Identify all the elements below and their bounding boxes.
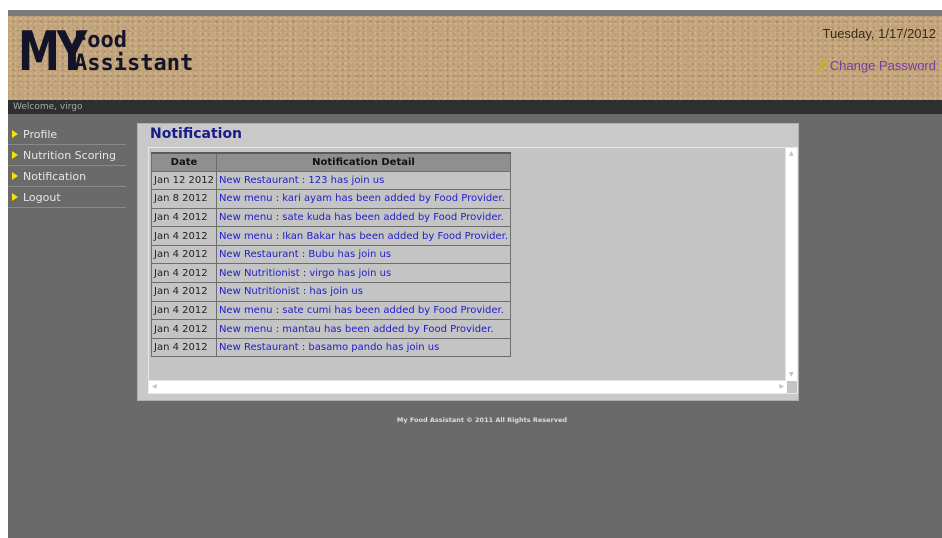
triangle-right-icon — [12, 193, 18, 201]
row-detail-link[interactable]: New menu : kari ayam has been added by F… — [215, 189, 512, 209]
row-detail-link[interactable]: New Nutritionist : virgo has join us — [215, 263, 512, 284]
logo-food: Food — [74, 28, 127, 53]
page-frame: MY Food Assistant Tuesday, 1/17/2012 Cha… — [8, 10, 942, 538]
key-icon — [816, 59, 828, 73]
row-date: Jan 12 2012 — [151, 170, 217, 191]
row-date: Jan 4 2012 — [151, 226, 217, 246]
sidebar-item-notification[interactable]: Notification — [8, 166, 126, 187]
row-detail-link[interactable]: New Restaurant : 123 has join us — [215, 170, 512, 191]
table-row: Jan 4 2012 New menu : sate cumi has been… — [151, 300, 512, 321]
column-header-detail[interactable]: Notification Detail — [215, 152, 512, 172]
scroll-up-icon[interactable]: ▲ — [789, 151, 794, 157]
table-row: Jan 8 2012 New menu : kari ayam has been… — [151, 189, 512, 209]
row-detail-link[interactable]: New Nutritionist : has join us — [215, 282, 512, 302]
sidebar-item-label: Logout — [23, 190, 61, 204]
logo-assistant: Assistant — [74, 51, 194, 76]
sidebar-item-logout[interactable]: Logout — [8, 187, 126, 208]
header-date: Tuesday, 1/17/2012 — [822, 26, 936, 41]
change-password-link[interactable]: Change Password — [816, 58, 936, 73]
notification-scroll-area[interactable]: Date Notification Detail Jan 12 2012 New… — [148, 147, 798, 394]
row-date: Jan 4 2012 — [151, 319, 217, 339]
row-detail-link[interactable]: New menu : sate kuda has been added by F… — [215, 207, 512, 228]
vertical-scrollbar[interactable]: ▲ ▼ — [785, 148, 797, 381]
scroll-right-icon[interactable]: ▶ — [779, 384, 784, 390]
row-date: Jan 4 2012 — [151, 300, 217, 321]
notification-panel: Notification Date Notification Detail Ja… — [137, 123, 799, 401]
sidebar-item-label: Nutrition Scoring — [23, 148, 116, 162]
scroll-left-icon[interactable]: ◀ — [152, 384, 157, 390]
sidebar-item-profile[interactable]: Profile — [8, 124, 126, 145]
table-row: Jan 4 2012 New menu : Ikan Bakar has bee… — [151, 226, 512, 246]
row-date: Jan 4 2012 — [151, 282, 217, 302]
page-title: Notification — [150, 126, 243, 142]
sidebar-item-label: Profile — [23, 127, 58, 141]
welcome-text: Welcome, virgo — [8, 100, 942, 114]
table-row: Jan 4 2012 New Restaurant : Bubu has joi… — [151, 244, 512, 265]
footer-copyright: My Food Assistant © 2011 All Rights Rese… — [396, 416, 568, 424]
triangle-right-icon — [12, 130, 18, 138]
sidebar-item-nutrition-scoring[interactable]: Nutrition Scoring — [8, 145, 126, 166]
table-row: Jan 4 2012 New menu : mantau has been ad… — [151, 319, 512, 339]
row-date: Jan 4 2012 — [151, 207, 217, 228]
notification-table: Date Notification Detail Jan 12 2012 New… — [151, 152, 512, 358]
triangle-right-icon — [12, 151, 18, 159]
table-row: Jan 12 2012 New Restaurant : 123 has joi… — [151, 170, 512, 191]
table-row: Jan 4 2012 New Nutritionist : virgo has … — [151, 263, 512, 284]
row-date: Jan 4 2012 — [151, 263, 217, 284]
table-header-row: Date Notification Detail — [151, 152, 512, 172]
triangle-right-icon — [12, 172, 18, 180]
row-date: Jan 4 2012 — [151, 337, 217, 358]
row-detail-link[interactable]: New menu : mantau has been added by Food… — [215, 319, 512, 339]
column-header-date[interactable]: Date — [151, 152, 217, 172]
row-date: Jan 8 2012 — [151, 189, 217, 209]
row-detail-link[interactable]: New Restaurant : basamo pando has join u… — [215, 337, 512, 358]
table-row: Jan 4 2012 New menu : sate kuda has been… — [151, 207, 512, 228]
row-detail-link[interactable]: New Restaurant : Bubu has join us — [215, 244, 512, 265]
sidebar-item-label: Notification — [23, 169, 87, 183]
horizontal-scrollbar[interactable]: ◀ ▶ — [149, 380, 787, 393]
row-date: Jan 4 2012 — [151, 244, 217, 265]
header: MY Food Assistant Tuesday, 1/17/2012 Cha… — [8, 10, 942, 100]
table-row: Jan 4 2012 New Nutritionist : has join u… — [151, 282, 512, 302]
change-password-label: Change Password — [829, 58, 936, 73]
table-row: Jan 4 2012 New Restaurant : basamo pando… — [151, 337, 512, 358]
sidebar: Profile Nutrition Scoring Notification L… — [8, 124, 126, 208]
row-detail-link[interactable]: New menu : Ikan Bakar has been added by … — [215, 226, 512, 246]
scroll-down-icon[interactable]: ▼ — [789, 372, 794, 378]
row-detail-link[interactable]: New menu : sate cumi has been added by F… — [215, 300, 512, 321]
